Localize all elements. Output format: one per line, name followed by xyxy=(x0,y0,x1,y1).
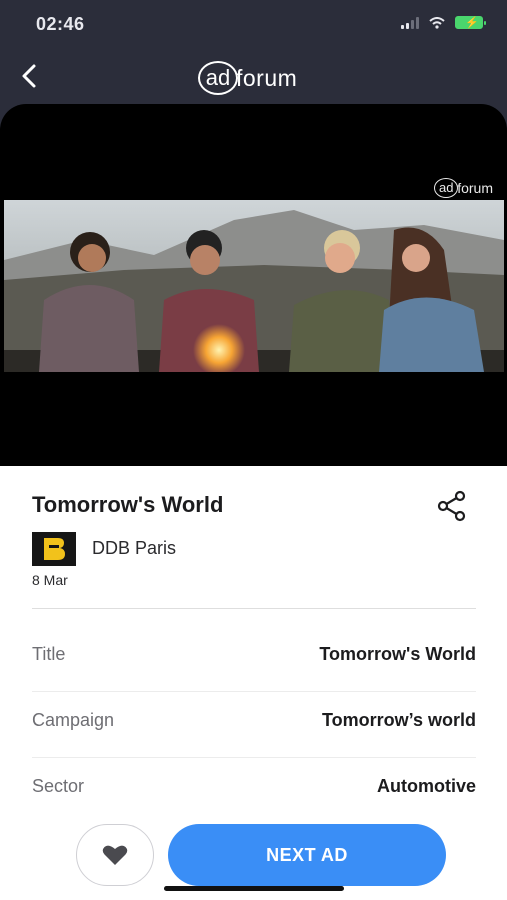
share-button[interactable] xyxy=(434,490,470,522)
nav-bar: ad forum xyxy=(0,50,507,102)
agency-logo-mark xyxy=(44,538,65,560)
agency-logo[interactable] xyxy=(32,532,76,566)
video-watermark: ad forum xyxy=(434,178,493,198)
detail-value: Tomorrow's World xyxy=(319,644,476,664)
home-indicator xyxy=(164,886,344,891)
share-icon xyxy=(437,490,466,522)
status-icons: ⚡ xyxy=(401,16,486,29)
detail-row-campaign: Campaign Tomorrow’s world xyxy=(32,692,476,758)
video-thumbnail xyxy=(4,200,504,372)
detail-label: Campaign xyxy=(32,710,115,730)
back-button[interactable] xyxy=(14,58,44,94)
status-bar: 02:46 ⚡ xyxy=(0,0,507,48)
agency-name[interactable]: DDB Paris xyxy=(92,538,176,559)
video-frame xyxy=(4,200,504,372)
detail-value: Tomorrow’s world xyxy=(321,710,476,730)
logo-ad-mark: ad xyxy=(198,61,238,95)
heart-icon xyxy=(102,845,128,865)
ad-date: 8 Mar xyxy=(32,572,68,588)
wifi-icon xyxy=(429,16,445,29)
ad-details-sheet: Tomorrow's World DDB Paris 8 Mar Title T… xyxy=(0,466,507,900)
status-time: 02:46 xyxy=(36,14,85,34)
detail-row-title: Title Tomorrow's World xyxy=(32,626,476,692)
chevron-left-icon xyxy=(22,64,36,88)
detail-value: Automotive xyxy=(377,776,476,796)
detail-label: Sector xyxy=(32,776,85,796)
divider xyxy=(32,608,476,609)
next-ad-button[interactable]: NEXT AD xyxy=(168,824,446,886)
ad-title: Tomorrow's World xyxy=(32,492,224,517)
video-player[interactable]: ad forum xyxy=(0,104,507,466)
logo-forum-text: forum xyxy=(236,64,298,91)
signal-icon xyxy=(401,16,419,29)
battery-icon: ⚡ xyxy=(455,16,486,29)
favorite-button[interactable] xyxy=(76,824,154,886)
adforum-logo: ad forum xyxy=(198,60,297,96)
detail-label: Title xyxy=(32,644,66,664)
